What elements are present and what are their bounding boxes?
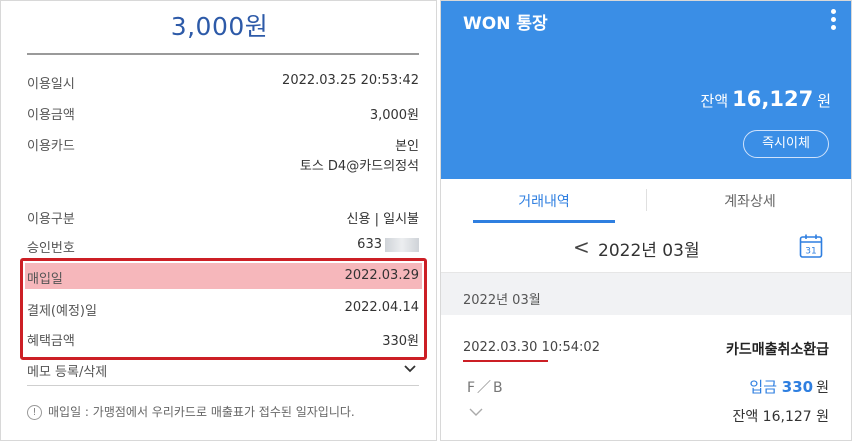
row-label: 이용구분 [27, 212, 75, 227]
row-label: 결제(예정)일 [27, 304, 97, 319]
row-value: 633 [357, 237, 419, 252]
row-value: 2022.03.25 20:53:42 [282, 73, 419, 88]
tab-bar: 거래내역 계좌상세 [441, 179, 851, 223]
group-label: 2022년 03월 [463, 293, 541, 308]
amount-unit: 원 [816, 380, 829, 396]
usage-amount-title: 3,000원 [170, 12, 269, 41]
month-selector: < 2022년 03월 31 [441, 223, 851, 273]
row-label: 이용카드 [27, 139, 75, 154]
transaction-channel: F／B [467, 380, 505, 396]
info-icon: ! [27, 405, 42, 420]
transaction-item[interactable]: 2022.03.30 10:54:02 카드매출취소환급 F／B 입금 330 원… [441, 315, 851, 440]
row-benefit-amount: 혜택금액 330원 [27, 330, 419, 352]
row-payment-date: 결제(예정)일 2022.04.14 [27, 300, 419, 322]
row-usage-datetime: 이용일시 2022.03.25 20:53:42 [27, 73, 419, 95]
transaction-amount: 입금 330 원 [749, 376, 829, 397]
more-menu-icon[interactable] [831, 9, 837, 33]
card-name-value: 토스 D4@카드의정석 [299, 159, 419, 174]
row-value: 신용 | 일시불 [346, 212, 419, 227]
tab-account-details[interactable]: 계좌상세 [647, 191, 851, 211]
memo-label: 메모 등록/삭제 [27, 365, 108, 380]
row-approval-number: 승인번호 633 [27, 237, 419, 259]
account-header: WON 통장 잔액 16,127 원 즉시이체 [441, 1, 851, 179]
transaction-date: 2022.03.30 [463, 340, 538, 355]
note-text: 매입일 : 가맹점에서 우리카드로 매출표가 접수된 일자입니다. [48, 405, 355, 419]
row-usage-card: 이용카드 본인 토스 D4@카드의정석 [27, 135, 419, 179]
chevron-down-icon [404, 365, 416, 373]
card-usage-detail-panel: 3,000원 이용일시 2022.03.25 20:53:42 이용금액 3,0… [0, 0, 437, 441]
balance-value: 16,127 [732, 87, 814, 111]
balance-prefix: 잔액 [700, 92, 729, 110]
date-underline-annotation [463, 360, 548, 362]
row-purchase-date: 매입일 2022.03.29 [27, 268, 419, 290]
chevron-down-icon[interactable] [469, 407, 483, 417]
amount-prefix: 입금 [749, 378, 778, 396]
calendar-icon[interactable]: 31 [799, 233, 823, 259]
transaction-balance: 잔액 16,127 원 [732, 409, 829, 425]
row-value: 330원 [382, 334, 419, 349]
tab-transactions[interactable]: 거래내역 [441, 191, 647, 211]
transaction-title: 카드매출취소환급 [725, 342, 829, 358]
calendar-day: 31 [805, 247, 816, 257]
memo-toggle[interactable]: 메모 등록/삭제 [27, 361, 419, 380]
row-usage-type: 이용구분 신용 | 일시불 [27, 208, 419, 230]
row-label: 혜택금액 [27, 334, 75, 349]
title-divider [27, 53, 419, 55]
previous-month-icon[interactable]: < [573, 235, 590, 259]
transaction-time: 10:54:02 [541, 340, 600, 355]
app-title: WON 통장 [463, 14, 548, 34]
row-value: 본인 [395, 139, 419, 154]
row-label: 이용일시 [27, 77, 75, 92]
won-bankbook-panel: WON 통장 잔액 16,127 원 즉시이체 거래내역 계좌상세 < 2022년 … [440, 0, 852, 441]
row-usage-amount: 이용금액 3,000원 [27, 104, 419, 126]
memo-divider [27, 385, 419, 386]
row-label: 매입일 [27, 272, 63, 287]
row-value: 2022.03.29 [344, 268, 419, 283]
transaction-group-header: 2022년 03월 [441, 273, 851, 315]
approval-number-visible: 633 [357, 237, 382, 252]
row-label: 이용금액 [27, 108, 75, 123]
instant-transfer-button[interactable]: 즉시이체 [743, 130, 829, 158]
row-value: 2022.04.14 [344, 300, 419, 315]
transaction-datetime: 2022.03.30 10:54:02 [463, 340, 600, 355]
month-label: 2022년 03월 [598, 241, 700, 261]
purchase-date-note: ! 매입일 : 가맹점에서 우리카드로 매출표가 접수된 일자입니다. [27, 403, 355, 420]
balance-unit: 원 [817, 92, 831, 110]
account-balance: 잔액 16,127 원 [701, 87, 831, 111]
row-value: 3,000원 [369, 108, 419, 123]
row-label: 승인번호 [27, 241, 75, 256]
redacted-blur [385, 237, 419, 252]
amount-value: 330 [781, 378, 814, 396]
